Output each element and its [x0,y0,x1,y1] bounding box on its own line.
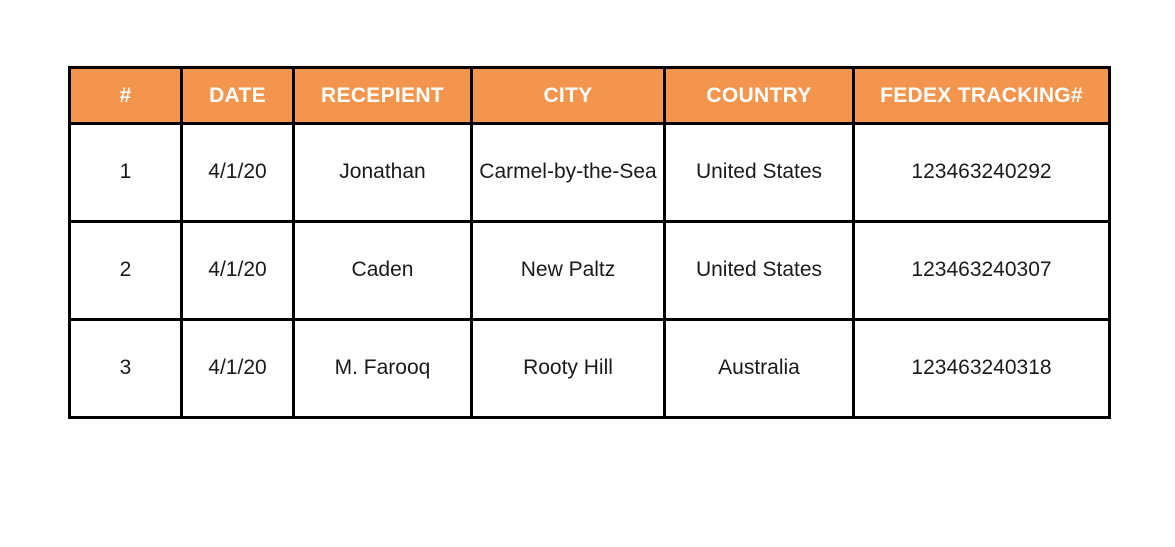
cell-tracking: 123463240318 [852,318,1111,419]
cell-date: 4/1/20 [180,318,295,419]
column-header-recipient: RECEPIENT [292,66,473,125]
cell-country: United States [663,220,855,321]
page-canvas: # DATE RECEPIENT CITY COUNTRY FEDEX TRAC… [0,0,1175,547]
cell-city: Rooty Hill [470,318,666,419]
cell-country: Australia [663,318,855,419]
table-body: 1 4/1/20 Jonathan Carmel-by-the-Sea Unit… [68,122,1111,419]
cell-country: United States [663,122,855,223]
cell-index: 3 [68,318,183,419]
shipment-tracking-table: # DATE RECEPIENT CITY COUNTRY FEDEX TRAC… [68,66,1111,419]
shipment-table-container: # DATE RECEPIENT CITY COUNTRY FEDEX TRAC… [68,66,1111,419]
column-header-country: COUNTRY [663,66,855,125]
cell-recipient: Caden [292,220,473,321]
column-header-index: # [68,66,183,125]
cell-date: 4/1/20 [180,122,295,223]
header-row: # DATE RECEPIENT CITY COUNTRY FEDEX TRAC… [68,66,1111,125]
cell-city: New Paltz [470,220,666,321]
cell-tracking: 123463240307 [852,220,1111,321]
cell-recipient: M. Farooq [292,318,473,419]
cell-tracking: 123463240292 [852,122,1111,223]
table-row: 1 4/1/20 Jonathan Carmel-by-the-Sea Unit… [68,122,1111,223]
column-header-city: CITY [470,66,666,125]
cell-date: 4/1/20 [180,220,295,321]
cell-city: Carmel-by-the-Sea [470,122,666,223]
cell-index: 1 [68,122,183,223]
cell-recipient: Jonathan [292,122,473,223]
column-header-date: DATE [180,66,295,125]
cell-index: 2 [68,220,183,321]
table-header: # DATE RECEPIENT CITY COUNTRY FEDEX TRAC… [68,66,1111,125]
table-row: 3 4/1/20 M. Farooq Rooty Hill Australia … [68,318,1111,419]
table-row: 2 4/1/20 Caden New Paltz United States 1… [68,220,1111,321]
column-header-tracking: FEDEX TRACKING# [852,66,1111,125]
